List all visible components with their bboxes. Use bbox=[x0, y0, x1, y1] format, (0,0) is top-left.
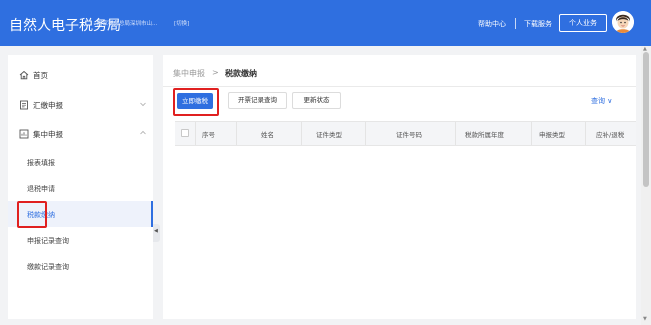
column-divider bbox=[585, 122, 586, 145]
sidebar: 首页 汇缴申报 集中申报 报表填报 退税申请 税款缴纳 申报记录查询 缴款记录查… bbox=[8, 55, 153, 319]
column-divider bbox=[301, 122, 302, 145]
sidebar-item-label: 首页 bbox=[33, 71, 48, 80]
report-icon bbox=[19, 129, 29, 139]
annotation-highlight-tax-payment bbox=[17, 201, 47, 228]
scrollbar-thumb[interactable] bbox=[643, 52, 649, 187]
sidebar-item-home[interactable]: 首页 bbox=[8, 62, 153, 88]
top-bar: 自然人电子税务局 国家税务总局深圳市山... [切换] 帮助中心 下载服务 个人… bbox=[0, 0, 651, 46]
download-service-link[interactable]: 下载服务 bbox=[524, 19, 552, 29]
main-panel: 集中申报 > 税款缴纳 立即缴税 开票记录查询 更新状态 查询 ∨ 序号 姓名 … bbox=[163, 55, 636, 319]
column-header: 申报类型 bbox=[539, 131, 565, 139]
sidebar-item-refund-application[interactable]: 退税申请 bbox=[8, 175, 153, 201]
sidebar-collapse-toggle[interactable]: ◀ bbox=[153, 224, 160, 242]
sidebar-item-summary-filing[interactable]: 汇缴申报 bbox=[8, 92, 153, 118]
personal-business-button[interactable]: 个人业务 bbox=[559, 14, 607, 32]
sidebar-item-label: 退税申请 bbox=[27, 185, 55, 193]
table-header: 序号 姓名 证件类型 证件号码 税款所属年度 申报类型 应补/退税 bbox=[175, 121, 636, 146]
column-divider bbox=[365, 122, 366, 145]
avatar[interactable] bbox=[612, 11, 634, 33]
home-icon bbox=[19, 70, 29, 80]
chevron-down-icon bbox=[140, 102, 146, 107]
column-divider bbox=[195, 122, 196, 145]
column-header: 姓名 bbox=[261, 131, 274, 139]
select-all-checkbox[interactable] bbox=[181, 129, 189, 137]
column-header: 序号 bbox=[202, 131, 215, 139]
column-divider bbox=[531, 122, 532, 145]
sidebar-item-centralized-filing[interactable]: 集中申报 bbox=[8, 121, 153, 147]
chevron-up-icon bbox=[140, 130, 146, 135]
page-scrollbar[interactable]: ▲ ▼ bbox=[641, 46, 651, 325]
sidebar-item-filing-record-query[interactable]: 申报记录查询 bbox=[8, 227, 153, 253]
column-header: 证件号码 bbox=[396, 131, 422, 139]
column-header: 应补/退税 bbox=[596, 131, 625, 139]
column-divider bbox=[236, 122, 237, 145]
column-divider bbox=[455, 122, 456, 145]
sidebar-item-label: 报表填报 bbox=[27, 159, 55, 167]
switch-region-link[interactable]: [切换] bbox=[174, 19, 189, 27]
sidebar-item-label: 集中申报 bbox=[33, 130, 63, 139]
scroll-down-icon[interactable]: ▼ bbox=[643, 316, 647, 322]
sidebar-item-label: 汇缴申报 bbox=[33, 101, 63, 110]
breadcrumb-current: 税款缴纳 bbox=[225, 69, 257, 78]
query-dropdown[interactable]: 查询 ∨ bbox=[591, 96, 612, 106]
sidebar-item-report-filling[interactable]: 报表填报 bbox=[8, 149, 153, 175]
sidebar-item-payment-record-query[interactable]: 缴款记录查询 bbox=[8, 253, 153, 279]
breadcrumb-separator: > bbox=[212, 68, 219, 77]
divider bbox=[163, 86, 636, 87]
column-header: 证件类型 bbox=[316, 131, 342, 139]
breadcrumb-parent[interactable]: 集中申报 bbox=[173, 68, 205, 79]
sidebar-item-label: 申报记录查询 bbox=[27, 237, 69, 245]
help-center-link[interactable]: 帮助中心 bbox=[478, 19, 506, 29]
document-icon bbox=[20, 100, 28, 110]
header-divider bbox=[515, 18, 516, 29]
invoice-record-query-button[interactable]: 开票记录查询 bbox=[228, 92, 287, 109]
annotation-highlight-pay-now bbox=[173, 88, 219, 116]
sidebar-item-label: 缴款记录查询 bbox=[27, 263, 69, 271]
column-header: 税款所属年度 bbox=[465, 131, 504, 139]
chevron-left-icon: ◀ bbox=[154, 228, 158, 234]
update-status-button[interactable]: 更新状态 bbox=[292, 92, 341, 109]
region-label: 国家税务总局深圳市山... bbox=[97, 21, 158, 27]
table-body bbox=[175, 146, 636, 316]
user-avatar-icon bbox=[612, 11, 634, 33]
